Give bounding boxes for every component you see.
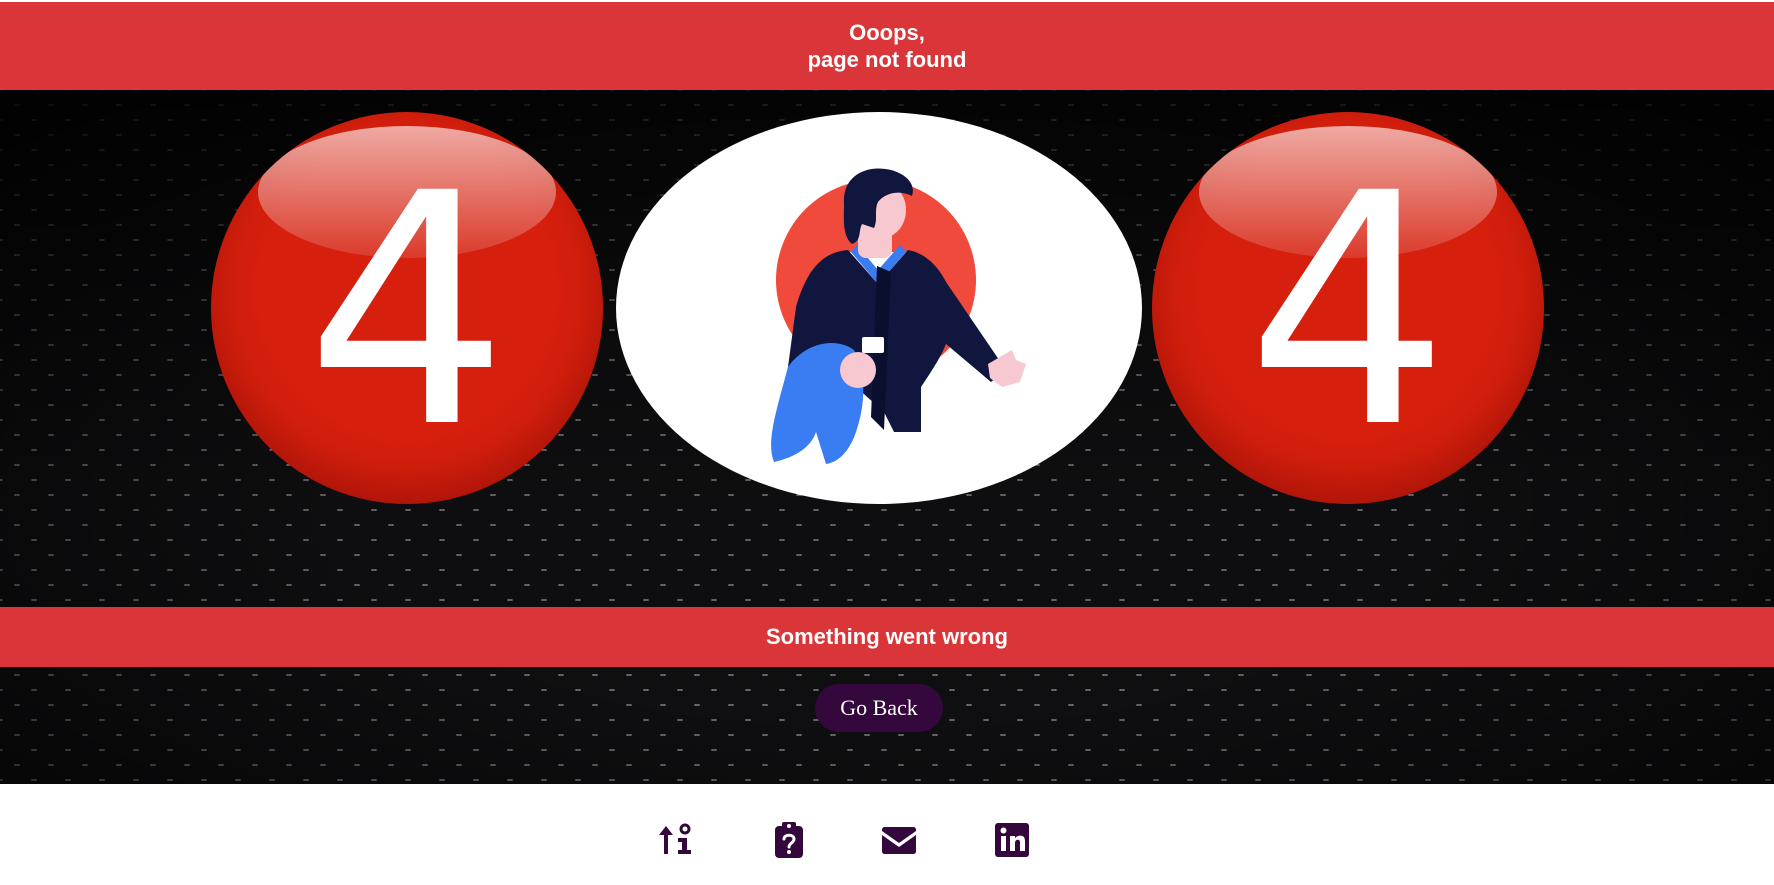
confused-man-illustration	[771, 168, 1026, 464]
header-line-2: page not found	[807, 47, 967, 72]
left-four-ball: 4	[211, 112, 603, 504]
left-four-digit: 4	[305, 126, 509, 498]
illustration-oval	[616, 112, 1142, 504]
hero-section: 4 4 Something went wrong Go Back	[0, 90, 1774, 784]
header-line-1: Ooops,	[849, 20, 925, 45]
footer-social-links	[0, 820, 1774, 860]
error-message: Something went wrong	[766, 624, 1008, 649]
envelope-icon[interactable]	[879, 820, 919, 860]
clipboard-question-icon[interactable]	[769, 820, 809, 860]
go-back-button[interactable]: Go Back	[815, 684, 943, 732]
right-four-ball: 4	[1152, 112, 1544, 504]
right-four-digit: 4	[1246, 126, 1450, 498]
page-header: Ooops, page not found	[0, 2, 1774, 90]
error-message-banner: Something went wrong	[0, 607, 1774, 667]
arrow-info-icon[interactable]	[656, 820, 696, 860]
linkedin-icon[interactable]	[992, 820, 1032, 860]
